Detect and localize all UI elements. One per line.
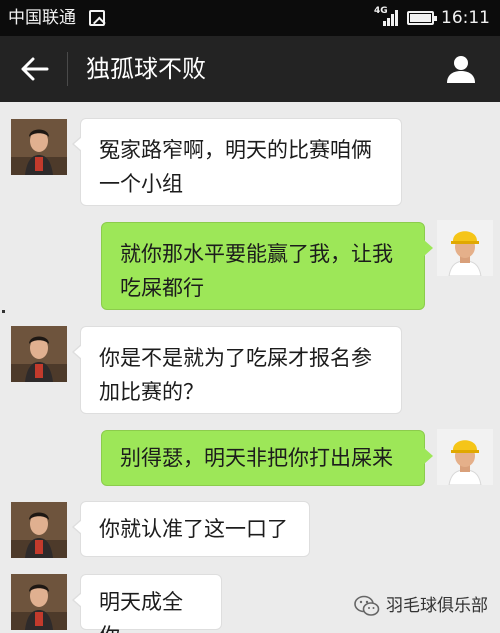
watermark-text: 羽毛球俱乐部 (386, 596, 488, 616)
avatar-friend[interactable] (11, 119, 67, 175)
message-line: 你就认准了这一口了 (99, 517, 288, 541)
title-bar: 独孤球不败 (0, 36, 500, 102)
message-line: 你是不是就为了吃屎才报名参 (99, 346, 372, 370)
title-divider (67, 52, 68, 86)
avatar-friend[interactable] (11, 502, 67, 558)
message-bubble-outgoing[interactable]: 就你那水平要能赢了我，让我 吃屎都行 (101, 222, 433, 310)
friend-photo (11, 326, 67, 382)
message-bubble-incoming[interactable]: 你是不是就为了吃屎才报名参 加比赛的？ (72, 326, 402, 414)
message-bubble-incoming[interactable]: 冤家路窄啊，明天的比赛咱俩 一个小组 (72, 118, 402, 206)
my-photo (437, 429, 493, 485)
message-line: 吃屎都行 (120, 276, 204, 300)
message-line: 冤家路窄啊，明天的比赛咱俩 (99, 138, 372, 162)
person-icon (447, 56, 475, 83)
carrier-name: 中国联通 (8, 8, 76, 28)
watermark: 羽毛球俱乐部 (354, 595, 488, 617)
message-bubble-incoming[interactable]: 你就认准了这一口了 (72, 501, 310, 557)
message-line: 加比赛的？ (99, 380, 204, 404)
battery-icon (407, 11, 437, 25)
chat-info-button[interactable] (436, 44, 486, 94)
message-line: 就你那水平要能赢了我，让我 (120, 242, 393, 266)
message-bubble-outgoing[interactable]: 别得瑟，明天非把你打出屎来 (101, 430, 433, 486)
friend-photo (11, 119, 67, 175)
my-photo (437, 220, 493, 276)
status-time: 16:11 (441, 8, 490, 28)
status-bar: 中国联通 4G 16:11 (0, 0, 500, 36)
stray-dot (2, 310, 5, 313)
avatar-friend[interactable] (11, 574, 67, 630)
message-line: 一个小组 (99, 172, 183, 196)
message-line: 明天成全你 (99, 590, 183, 633)
friend-photo (11, 502, 67, 558)
wechat-icon (354, 595, 380, 616)
message-line: 别得瑟，明天非把你打出屎来 (120, 446, 393, 470)
signal-strength-icon (383, 10, 399, 26)
chat-title: 独孤球不败 (86, 55, 206, 83)
avatar-me[interactable] (437, 220, 493, 276)
message-bubble-incoming[interactable]: 明天成全你 (72, 574, 222, 633)
avatar-friend[interactable] (11, 326, 67, 382)
back-arrow-icon (21, 57, 49, 81)
back-button[interactable] (10, 44, 60, 94)
image-notification-icon (89, 10, 105, 26)
chat-area[interactable]: 冤家路窄啊，明天的比赛咱俩 一个小组 就你那水平要能赢了我，让我 吃屎都行 你是… (0, 102, 500, 633)
friend-photo (11, 574, 67, 630)
avatar-me[interactable] (437, 429, 493, 485)
